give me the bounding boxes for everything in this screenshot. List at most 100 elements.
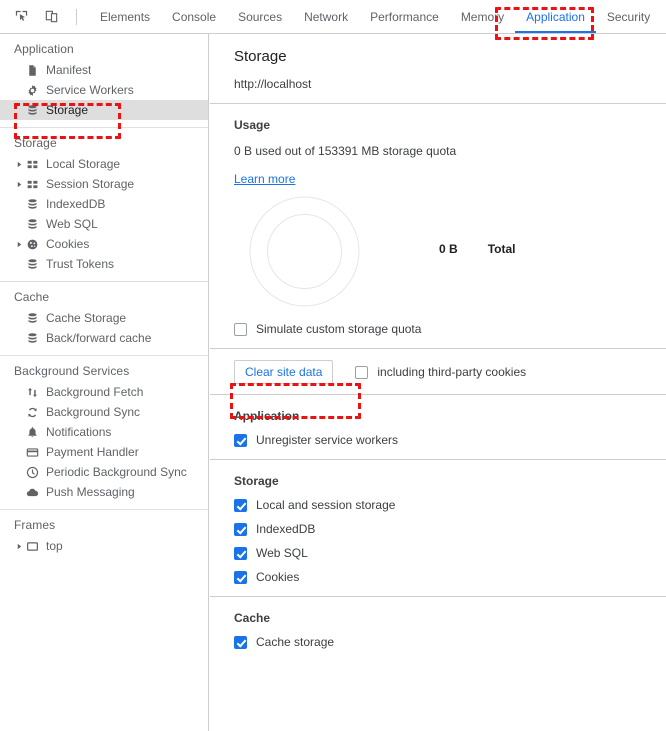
clear-site-data-bar: Clear site data including third-party co…: [210, 349, 666, 394]
sidebar-item-web-sql[interactable]: Web SQL: [0, 214, 208, 234]
tab-label: Console: [172, 9, 217, 24]
chevron-right-icon[interactable]: [14, 241, 24, 248]
web-sql-checkbox[interactable]: [234, 546, 247, 560]
sidebar-item-top-frame[interactable]: top: [0, 536, 208, 556]
cache-storage-checkbox[interactable]: [234, 635, 247, 649]
clear-storage-section: Storage Local and session storage Indexe…: [210, 460, 666, 596]
indexeddb-checkbox[interactable]: [234, 522, 247, 536]
checkbox-row[interactable]: IndexedDB: [234, 522, 666, 536]
sidebar-item-label: Push Messaging: [46, 485, 135, 499]
unregister-service-workers-checkbox[interactable]: [234, 433, 247, 447]
sidebar-item-periodic-background-sync[interactable]: Periodic Background Sync: [0, 462, 208, 482]
sidebar-item-label: Notifications: [46, 425, 112, 439]
checkbox-row[interactable]: Cache storage: [234, 635, 666, 649]
tab-security[interactable]: Security: [596, 0, 661, 33]
sidebar-item-service-workers[interactable]: Service Workers: [0, 80, 208, 100]
sidebar-group-storage: Storage Local Storage Session Storage In…: [0, 128, 208, 282]
credit-card-icon: [24, 444, 40, 460]
checkbox-label: Local and session storage: [256, 498, 396, 512]
tab-console[interactable]: Console: [161, 0, 227, 33]
sidebar-item-background-fetch[interactable]: Background Fetch: [0, 382, 208, 402]
sidebar-item-label: Local Storage: [46, 157, 121, 171]
tab-performance[interactable]: Performance: [359, 0, 450, 33]
sidebar-item-label: Background Fetch: [46, 385, 144, 399]
application-sidebar[interactable]: Application Manifest Service Workers Sto…: [0, 34, 209, 731]
simulate-quota-label: Simulate custom storage quota: [256, 322, 422, 336]
checkbox-row[interactable]: Local and session storage: [234, 498, 666, 512]
checkbox-row[interactable]: Cookies: [234, 570, 666, 584]
clear-site-data-button[interactable]: Clear site data: [234, 360, 334, 384]
checkbox-row[interactable]: Unregister service workers: [234, 433, 666, 447]
simulate-quota-row[interactable]: Simulate custom storage quota: [234, 322, 666, 336]
sidebar-item-trust-tokens[interactable]: Trust Tokens: [0, 254, 208, 274]
checkbox-label: Unregister service workers: [256, 433, 399, 447]
tab-label: Performance: [370, 9, 439, 24]
device-toolbar-icon[interactable]: [40, 6, 62, 28]
tab-list: Elements Console Sources Network Perform…: [89, 0, 661, 33]
simulate-quota-checkbox[interactable]: [234, 322, 247, 336]
donut-chart-svg: [249, 196, 360, 307]
third-party-cookies-checkbox[interactable]: [355, 365, 369, 379]
cookie-icon: [24, 236, 40, 252]
sidebar-item-push-messaging[interactable]: Push Messaging: [0, 482, 208, 502]
sidebar-item-cookies[interactable]: Cookies: [0, 234, 208, 254]
sidebar-item-local-storage[interactable]: Local Storage: [0, 154, 208, 174]
table-icon: [24, 176, 40, 192]
tab-elements[interactable]: Elements: [89, 0, 161, 33]
tab-application[interactable]: Application: [515, 0, 596, 33]
database-icon: [24, 216, 40, 232]
sidebar-item-label: Manifest: [46, 63, 92, 77]
table-icon: [24, 156, 40, 172]
sidebar-item-notifications[interactable]: Notifications: [0, 422, 208, 442]
clock-icon: [24, 464, 40, 480]
sidebar-item-indexeddb[interactable]: IndexedDB: [0, 194, 208, 214]
usage-section: Usage 0 B used out of 153391 MB storage …: [210, 104, 666, 348]
sidebar-item-cache-storage[interactable]: Cache Storage: [0, 308, 208, 328]
checkbox-label: Web SQL: [256, 546, 308, 560]
sidebar-item-manifest[interactable]: Manifest: [0, 60, 208, 80]
sidebar-group-title: Background Services: [14, 364, 130, 378]
sidebar-item-session-storage[interactable]: Session Storage: [0, 174, 208, 194]
tab-label: Sources: [238, 9, 283, 24]
toolbar-divider: [76, 8, 77, 25]
sidebar-group-frames: Frames top: [0, 510, 208, 563]
local-session-storage-checkbox[interactable]: [234, 498, 247, 512]
sidebar-group-title: Cache: [14, 290, 50, 304]
origin-label: http://localhost: [234, 77, 312, 91]
checkbox-row[interactable]: Web SQL: [234, 546, 666, 560]
inspect-cursor-icon[interactable]: [10, 6, 32, 28]
chevron-right-icon[interactable]: [14, 543, 24, 550]
checkbox-label: Cookies: [256, 570, 300, 584]
database-icon: [24, 196, 40, 212]
database-icon: [24, 310, 40, 326]
database-icon: [24, 256, 40, 272]
sidebar-item-back-forward-cache[interactable]: Back/forward cache: [0, 328, 208, 348]
database-icon: [24, 102, 40, 118]
chevron-right-icon[interactable]: [14, 161, 24, 168]
gear-icon: [24, 82, 40, 98]
third-party-cookies-row[interactable]: including third-party cookies: [355, 365, 526, 379]
sidebar-item-label: Trust Tokens: [46, 257, 115, 271]
chevron-right-icon[interactable]: [14, 181, 24, 188]
tab-sources[interactable]: Sources: [227, 0, 293, 33]
learn-more-link[interactable]: Learn more: [234, 172, 295, 186]
cookies-checkbox[interactable]: [234, 570, 247, 584]
tab-network[interactable]: Network: [293, 0, 359, 33]
page-title: Storage: [234, 48, 287, 65]
tab-memory[interactable]: Memory: [450, 0, 515, 33]
panel-header: Storage http://localhost: [210, 34, 666, 103]
sidebar-group-title: Application: [14, 42, 74, 56]
checkbox-label: Cache storage: [256, 635, 335, 649]
checkbox-label: IndexedDB: [256, 522, 316, 536]
sidebar-item-label: Cookies: [46, 237, 90, 251]
usage-text: 0 B used out of 153391 MB storage quota: [234, 144, 457, 158]
sidebar-item-background-sync[interactable]: Background Sync: [0, 402, 208, 422]
devtools-tabbar: Elements Console Sources Network Perform…: [0, 0, 666, 34]
database-icon: [24, 330, 40, 346]
section-heading: Storage: [234, 474, 279, 488]
bell-icon: [24, 424, 40, 440]
tab-label: Application: [526, 9, 585, 24]
sidebar-item-payment-handler[interactable]: Payment Handler: [0, 442, 208, 462]
sidebar-item-storage[interactable]: Storage: [0, 100, 208, 120]
tab-label: Network: [304, 9, 349, 24]
